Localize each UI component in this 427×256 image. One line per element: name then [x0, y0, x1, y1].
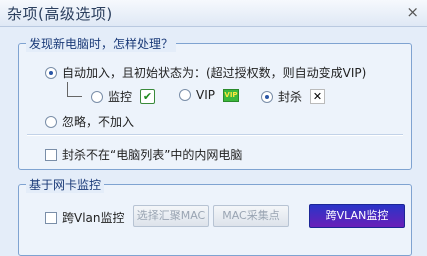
block-exclude-checkbox[interactable]: [45, 148, 57, 161]
cross-vlan-checkbox[interactable]: [45, 211, 57, 224]
x-mark-icon: ✕: [310, 89, 326, 104]
select-aggregate-mac-button[interactable]: 选择汇聚MAC: [133, 205, 209, 227]
mac-collect-point-button[interactable]: MAC采集点: [213, 205, 289, 227]
auto-add-radio[interactable]: [45, 66, 57, 79]
monitor-radio[interactable]: [91, 90, 103, 103]
block-exclude-option[interactable]: 封杀不在“电脑列表”中的内网电脑: [45, 146, 242, 163]
vip-label: VIP: [196, 88, 215, 102]
tree-connector: [67, 82, 82, 97]
title-bar: 杂项(高级选项) ×: [0, 0, 427, 27]
monitor-label: 监控: [108, 90, 133, 104]
block-label: 封杀: [278, 90, 303, 104]
ignore-label: 忽略，不加入: [62, 115, 135, 129]
close-icon[interactable]: ×: [406, 3, 419, 21]
vip-radio[interactable]: [179, 89, 191, 101]
ignore-radio[interactable]: [45, 115, 57, 128]
nic-monitor-groupbox: 基于网卡监控 跨Vlan监控 选择汇聚MAC MAC采集点 跨VLAN监控: [18, 176, 412, 256]
ignore-option[interactable]: 忽略，不加入: [45, 113, 134, 130]
block-exclude-label: 封杀不在“电脑列表”中的内网电脑: [62, 148, 243, 162]
status-option-block[interactable]: 封杀 ✕: [261, 88, 326, 105]
cross-vlan-monitor-button[interactable]: 跨VLAN监控: [309, 204, 405, 228]
new-pc-groupbox: 发现新电脑时，怎样处理？ 自动加入，且初始状态为：(超过授权数，则自动变成VIP…: [18, 35, 412, 170]
group-divider: [27, 134, 403, 136]
window-title: 杂项(高级选项): [7, 5, 113, 23]
nic-monitor-legend: 基于网卡监控: [26, 176, 105, 193]
new-pc-legend: 发现新电脑时，怎样处理？: [26, 35, 177, 52]
vip-badge-icon: VIP: [222, 88, 239, 102]
auto-add-label: 自动加入，且初始状态为：(超过授权数，则自动变成VIP): [62, 66, 367, 80]
block-radio[interactable]: [261, 90, 273, 103]
cross-vlan-label: 跨Vlan监控: [62, 211, 125, 225]
cross-vlan-option[interactable]: 跨Vlan监控: [45, 209, 125, 226]
check-mark-icon: ✔: [140, 89, 156, 104]
status-option-monitor[interactable]: 监控 ✔: [91, 88, 156, 105]
auto-add-option[interactable]: 自动加入，且初始状态为：(超过授权数，则自动变成VIP): [45, 64, 366, 81]
status-option-vip[interactable]: VIP VIP: [179, 88, 239, 102]
